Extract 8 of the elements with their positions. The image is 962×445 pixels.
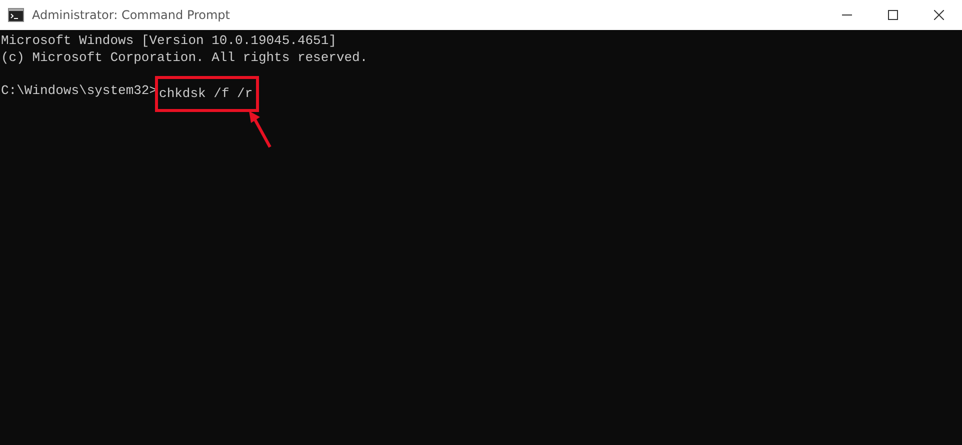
close-icon xyxy=(934,10,944,20)
command-text[interactable]: chkdsk /f /r xyxy=(155,76,259,112)
console-line: (c) Microsoft Corporation. All rights reserved. xyxy=(1,50,369,66)
window-title: Administrator: Command Prompt xyxy=(32,8,230,22)
terminal-icon xyxy=(8,8,24,22)
console-line: Microsoft Windows [Version 10.0.19045.4651] xyxy=(1,33,338,50)
command-prompt: C:\Windows\system32> xyxy=(1,82,158,100)
maximize-icon xyxy=(888,10,898,20)
